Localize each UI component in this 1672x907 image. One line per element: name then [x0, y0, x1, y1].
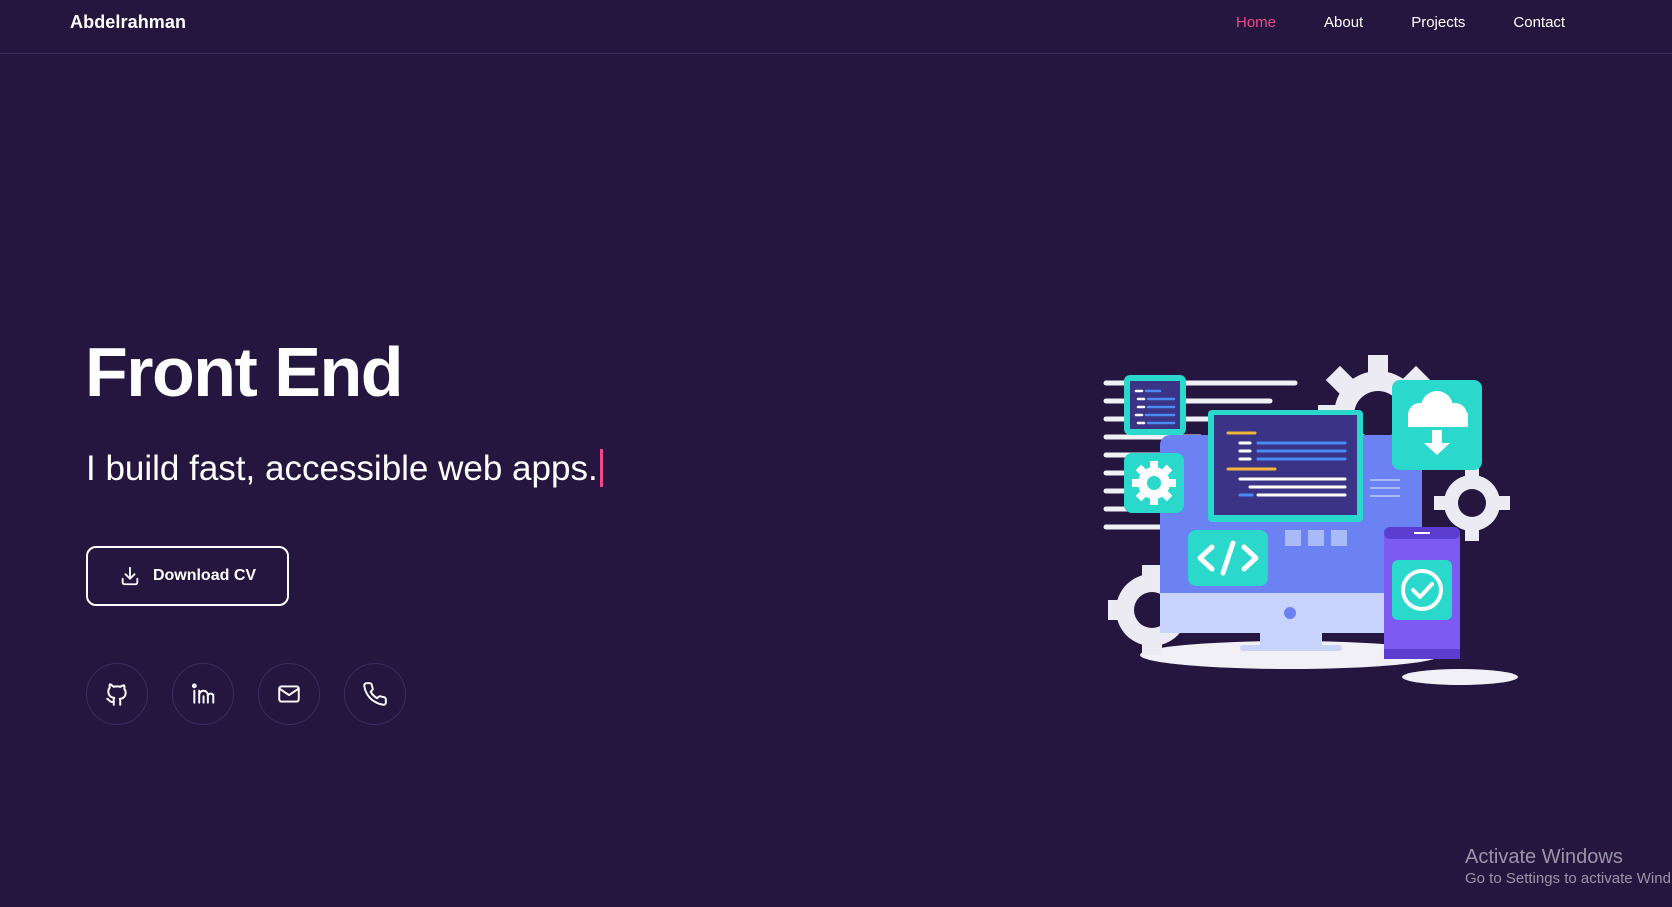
phone-shadow [1402, 669, 1518, 685]
settings-icon [1124, 453, 1184, 513]
email-link[interactable] [258, 663, 320, 725]
nav-item-about[interactable]: About [1324, 14, 1363, 31]
download-cv-label: Download CV [152, 567, 257, 584]
activate-windows-watermark: Activate Windows Go to Settings to activ… [1465, 845, 1671, 889]
nav-item-projects[interactable]: Projects [1411, 14, 1465, 31]
hero-subtitle: I build fast, accessible web apps. [86, 447, 603, 491]
hero-subtitle-text: I build fast, accessible web apps. [86, 449, 598, 488]
hero-title: Front End [85, 333, 403, 411]
watermark-subtitle: Go to Settings to activate Wind [1465, 870, 1671, 887]
smartphone [1384, 527, 1460, 659]
code-icon [1188, 530, 1268, 586]
mail-icon [278, 685, 300, 703]
developer-illustration [1103, 355, 1518, 685]
linkedin-link[interactable] [172, 663, 234, 725]
social-links [86, 663, 406, 725]
document-icon [1124, 375, 1186, 435]
linkedin-icon [191, 683, 215, 704]
phone-link[interactable] [344, 663, 406, 725]
navbar: Abdelrahman Home About Projects Contact [0, 0, 1672, 54]
typing-caret [599, 449, 603, 487]
brand-logo[interactable]: Abdelrahman [70, 12, 186, 33]
nav-links: Home About Projects Contact [1236, 14, 1613, 31]
github-link[interactable] [86, 663, 148, 725]
nav-item-home[interactable]: Home [1236, 14, 1276, 31]
download-icon [121, 566, 139, 586]
download-cv-button[interactable]: Download CV [86, 546, 289, 606]
watermark-title: Activate Windows [1465, 846, 1623, 868]
phone-icon [363, 682, 387, 706]
nav-item-contact[interactable]: Contact [1513, 14, 1565, 31]
cloud-download-icon [1392, 380, 1482, 470]
page: Abdelrahman Home About Projects Contact … [0, 0, 1672, 907]
github-icon [106, 683, 127, 706]
